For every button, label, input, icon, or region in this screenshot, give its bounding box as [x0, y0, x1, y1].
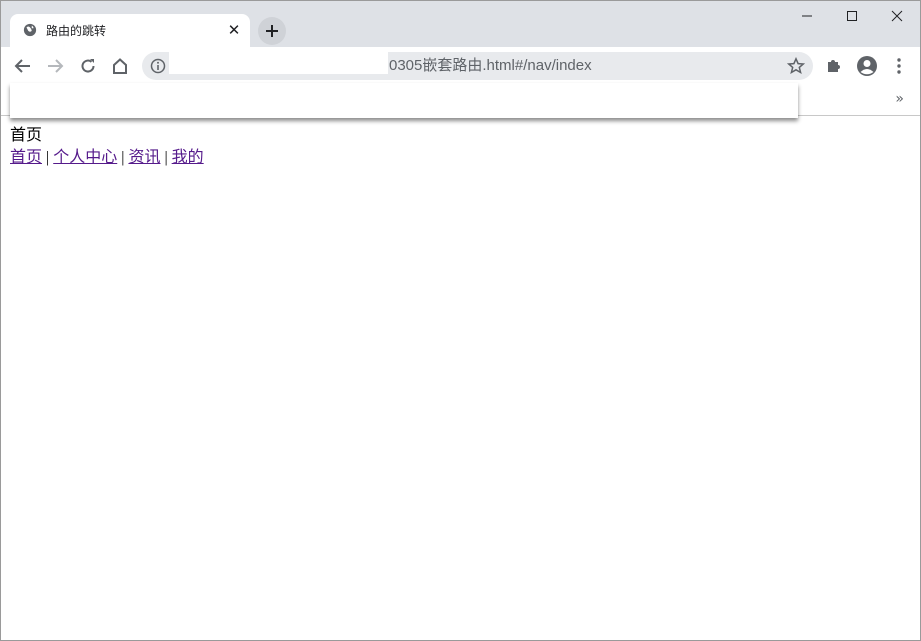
nav-separator: | [46, 149, 50, 166]
nav-link-mine[interactable]: 我的 [172, 149, 204, 166]
reload-icon [81, 59, 95, 73]
nav-link-news[interactable]: 资讯 [128, 149, 160, 166]
reload-button[interactable] [75, 53, 101, 79]
arrow-right-icon [48, 59, 64, 73]
maximize-button[interactable] [829, 1, 875, 31]
back-button[interactable] [10, 53, 36, 79]
nav-separator: | [164, 149, 168, 166]
nav-link-profile[interactable]: 个人中心 [53, 149, 117, 166]
info-icon[interactable] [150, 58, 166, 74]
page-content: 首页 首页 | 个人中心 | 资讯 | 我的 [10, 125, 204, 169]
nav-links: 首页 | 个人中心 | 资讯 | 我的 [10, 147, 204, 169]
globe-icon [23, 23, 37, 37]
home-button[interactable] [107, 53, 133, 79]
close-window-button[interactable] [874, 1, 920, 31]
more-vert-icon [897, 58, 901, 74]
forward-button[interactable] [42, 53, 68, 79]
close-icon [891, 10, 903, 22]
profile-button[interactable] [854, 53, 880, 79]
puzzle-icon [828, 60, 840, 72]
new-tab-button[interactable] [258, 17, 286, 45]
tab-title: 路由的跳转 [46, 24, 107, 38]
nav-link-home[interactable]: 首页 [10, 149, 42, 166]
minimize-button[interactable] [784, 1, 830, 31]
toolbar: 0305嵌套路由.html#/nav/index [1, 47, 920, 85]
minimize-icon [802, 15, 812, 17]
page-heading: 首页 [10, 127, 43, 144]
tab-close-icon[interactable]: ✕ [226, 22, 242, 38]
star-icon[interactable] [787, 57, 805, 75]
redaction-box [169, 51, 388, 74]
tab-strip: 路由的跳转 ✕ [1, 1, 920, 48]
plus-icon [266, 25, 278, 37]
url-text[interactable]: 0305嵌套路由.html#/nav/index [389, 57, 592, 75]
extensions-button[interactable] [821, 53, 847, 79]
nav-separator: | [121, 149, 125, 166]
browser-window: 路由的跳转 ✕ 0305嵌套路由.html#/nav/index » 首页 首页… [0, 0, 921, 641]
redaction-box [10, 83, 798, 118]
account-icon [857, 56, 877, 76]
arrow-left-icon [14, 59, 30, 73]
home-icon [113, 58, 127, 74]
chevron-double-right-icon[interactable]: » [895, 91, 904, 107]
maximize-icon [847, 11, 857, 21]
menu-button[interactable] [886, 53, 912, 79]
active-tab[interactable]: 路由的跳转 ✕ [10, 14, 250, 48]
